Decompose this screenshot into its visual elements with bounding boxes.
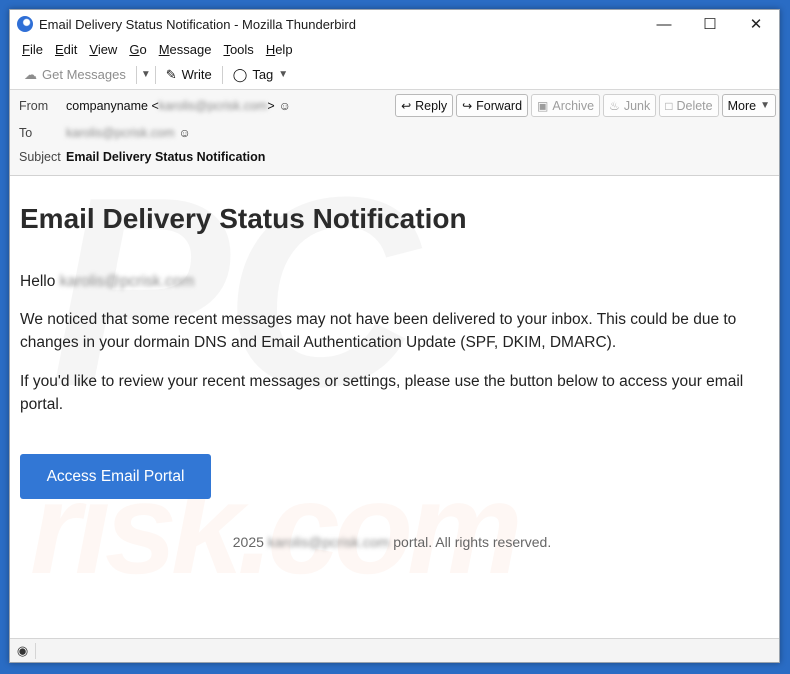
thunderbird-window: Email Delivery Status Notification - Moz… — [9, 9, 780, 663]
forward-icon: ↪ — [462, 98, 473, 113]
from-row: From companyname < karolis@pcrisk.com > … — [19, 99, 291, 113]
menu-edit[interactable]: Edit — [49, 42, 83, 57]
pencil-icon: ✎ — [165, 66, 177, 82]
contact-icon[interactable]: ☺ — [179, 126, 191, 140]
from-close: > — [267, 99, 275, 113]
more-button[interactable]: More ▼ — [721, 94, 776, 117]
reply-button[interactable]: ↩ Reply — [395, 94, 454, 117]
tag-button[interactable]: ◯ Tag ▼ — [227, 67, 294, 83]
greeting: Hello karolis@pcrisk.com — [20, 270, 760, 293]
footer-year: 2025 — [232, 534, 264, 550]
get-messages-label: Get Messages — [42, 67, 126, 82]
flame-icon: ♨ — [609, 98, 620, 113]
forward-label: Forward — [476, 98, 523, 113]
toolbar-divider — [221, 65, 223, 84]
menu-file[interactable]: File — [16, 42, 49, 57]
subject-value: Email Delivery Status Notification — [66, 150, 266, 164]
thunderbird-logo-icon — [17, 16, 33, 32]
email-heading: Email Delivery Status Notification — [20, 203, 467, 234]
greeting-email: karolis@pcrisk.com — [59, 273, 195, 290]
title-bar: Email Delivery Status Notification - Moz… — [10, 10, 779, 38]
main-toolbar: ☁ Get Messages ▼ ✎ Write ◯ Tag ▼ — [10, 60, 779, 90]
status-bar: ◉ — [10, 638, 779, 662]
message-header: From companyname < karolis@pcrisk.com > … — [10, 90, 779, 176]
footer-text: portal. All rights reserved. — [389, 534, 552, 550]
email-footer: 2025 karolis@pcrisk.com portal. All righ… — [10, 534, 579, 550]
junk-button[interactable]: ♨ Junk — [603, 94, 657, 117]
reply-label: Reply — [415, 98, 448, 113]
footer-email: karolis@pcrisk.com — [267, 534, 390, 550]
get-messages-dropdown-icon[interactable]: ▼ — [141, 69, 151, 80]
delete-button[interactable]: □ Delete — [659, 94, 719, 117]
get-messages-button[interactable]: ☁ Get Messages — [18, 67, 132, 83]
activity-icon[interactable]: ◉ — [10, 642, 36, 659]
download-icon: ☁ — [24, 66, 37, 82]
message-body: PC risk.com Email Delivery Status Notifi… — [10, 178, 779, 640]
close-icon[interactable]: ✕ — [733, 10, 779, 38]
menu-message[interactable]: Message — [153, 42, 218, 57]
menu-view[interactable]: View — [83, 42, 123, 57]
from-name[interactable]: companyname < — [66, 99, 159, 113]
window-title: Email Delivery Status Notification - Moz… — [39, 16, 356, 32]
menu-tools[interactable]: Tools — [217, 42, 259, 57]
forward-button[interactable]: ↪ Forward — [456, 94, 529, 117]
from-label: From — [19, 99, 49, 113]
minimize-icon[interactable]: — — [641, 10, 687, 38]
write-button[interactable]: ✎ Write — [160, 67, 218, 83]
toolbar-divider — [154, 65, 156, 84]
menu-help[interactable]: Help — [260, 42, 299, 57]
more-label: More — [727, 98, 757, 113]
menu-go[interactable]: Go — [123, 42, 152, 57]
access-email-portal-button[interactable]: Access Email Portal — [20, 454, 211, 499]
archive-icon: ▣ — [537, 98, 549, 113]
chevron-down-icon: ▼ — [760, 100, 770, 111]
tag-icon: ◯ — [232, 66, 248, 82]
body-paragraph-2: If you'd like to review your recent mess… — [20, 373, 744, 413]
to-row: To karolis@pcrisk.com ☺ — [19, 126, 191, 140]
body-paragraph-1: We noticed that some recent messages may… — [20, 311, 737, 351]
junk-label: Junk — [623, 98, 651, 113]
from-email[interactable]: karolis@pcrisk.com — [159, 99, 268, 113]
toolbar-divider — [135, 65, 137, 84]
subject-label: Subject — [19, 150, 61, 164]
header-actions: ↩ Reply ↪ Forward ▣ Archive ♨ Junk □ Del… — [395, 94, 776, 117]
delete-label: Delete — [676, 98, 713, 113]
archive-label: Archive — [552, 98, 595, 113]
menu-bar: File Edit View Go Message Tools Help — [10, 38, 779, 60]
to-email[interactable]: karolis@pcrisk.com — [66, 126, 175, 140]
chevron-down-icon: ▼ — [278, 69, 289, 80]
greeting-text: Hello — [20, 273, 56, 290]
archive-button[interactable]: ▣ Archive — [531, 94, 601, 117]
trash-icon: □ — [665, 98, 673, 113]
contact-icon[interactable]: ☺ — [279, 99, 291, 113]
to-label: To — [19, 126, 33, 140]
tag-label: Tag — [252, 67, 274, 82]
subject-row: Subject Email Delivery Status Notificati… — [19, 150, 265, 164]
reply-icon: ↩ — [401, 98, 412, 113]
write-label: Write — [181, 67, 212, 82]
maximize-icon[interactable]: ☐ — [687, 10, 733, 38]
